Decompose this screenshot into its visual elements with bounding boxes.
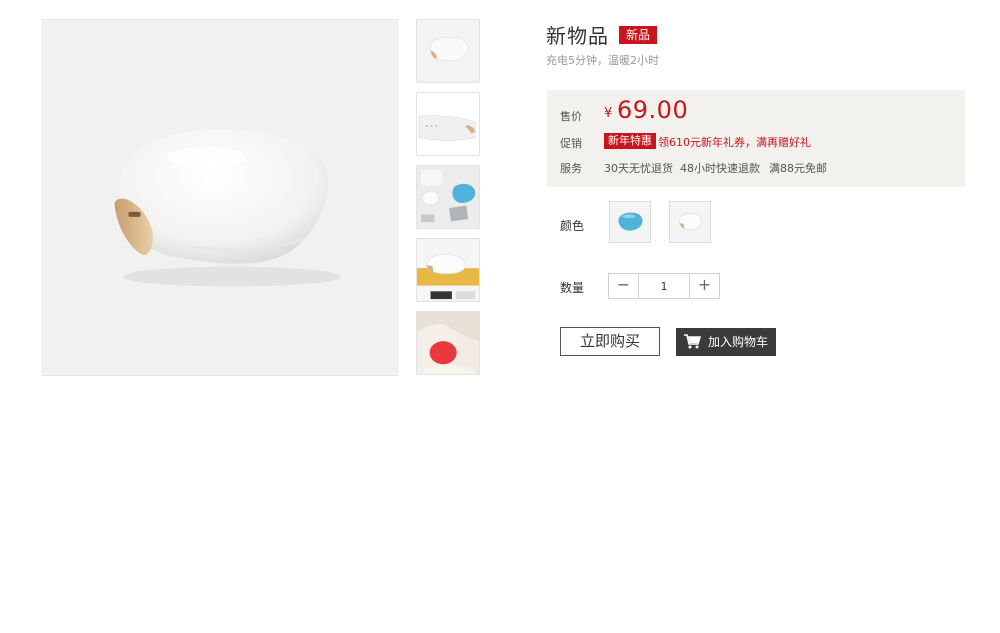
increment-button[interactable]: + <box>690 274 719 298</box>
promo-text[interactable]: 领610元新年礼券，满再赠好礼 <box>658 134 811 150</box>
promo-tag: 新年特惠 <box>604 133 656 149</box>
thumbnail-5[interactable] <box>416 311 480 375</box>
decrement-button[interactable]: − <box>609 274 638 298</box>
new-badge: 新品 <box>619 25 658 44</box>
price-value: 69.00 <box>617 96 689 124</box>
color-option-blue[interactable] <box>609 201 651 243</box>
add-to-cart-button[interactable]: 加入购物车 <box>676 328 776 356</box>
color-option-white[interactable] <box>669 201 711 243</box>
service-label: 服务 <box>560 162 582 175</box>
thumbnail-list <box>416 19 482 384</box>
thumbnail-3[interactable] <box>416 165 480 229</box>
product-subtitle: 充电5分钟，温暖2小时 <box>546 54 659 67</box>
cart-icon <box>684 334 701 349</box>
thumbnail-4[interactable] <box>416 238 480 302</box>
service-item: 30天无忧退货 <box>604 162 673 175</box>
price-currency: ¥ <box>604 106 613 121</box>
add-to-cart-label: 加入购物车 <box>708 335 769 349</box>
service-item: 48小时快速退款 <box>680 162 760 175</box>
product-page: 新物品 新品 充电5分钟，温暖2小时 售价 ¥ 69.00 促销 新年特惠 领6… <box>0 0 1000 633</box>
price-box: 售价 ¥ 69.00 促销 新年特惠 领610元新年礼券，满再赠好礼 服务 30… <box>547 90 965 187</box>
product-title: 新物品 <box>546 24 609 48</box>
buy-now-button[interactable]: 立即购买 <box>560 327 660 356</box>
quantity-label: 数量 <box>560 281 585 295</box>
hand-warmer-image <box>114 128 342 287</box>
quantity-stepper: − + <box>608 273 720 299</box>
color-label: 颜色 <box>560 219 585 233</box>
main-product-image <box>42 19 398 376</box>
promo-label: 促销 <box>560 137 582 150</box>
price-label: 售价 <box>560 110 582 123</box>
title-row: 新物品 新品 <box>546 20 658 49</box>
thumbnail-1[interactable] <box>416 19 480 83</box>
thumbnail-2[interactable] <box>416 92 480 156</box>
quantity-input[interactable] <box>638 274 690 298</box>
service-item: 满88元免邮 <box>769 162 827 175</box>
